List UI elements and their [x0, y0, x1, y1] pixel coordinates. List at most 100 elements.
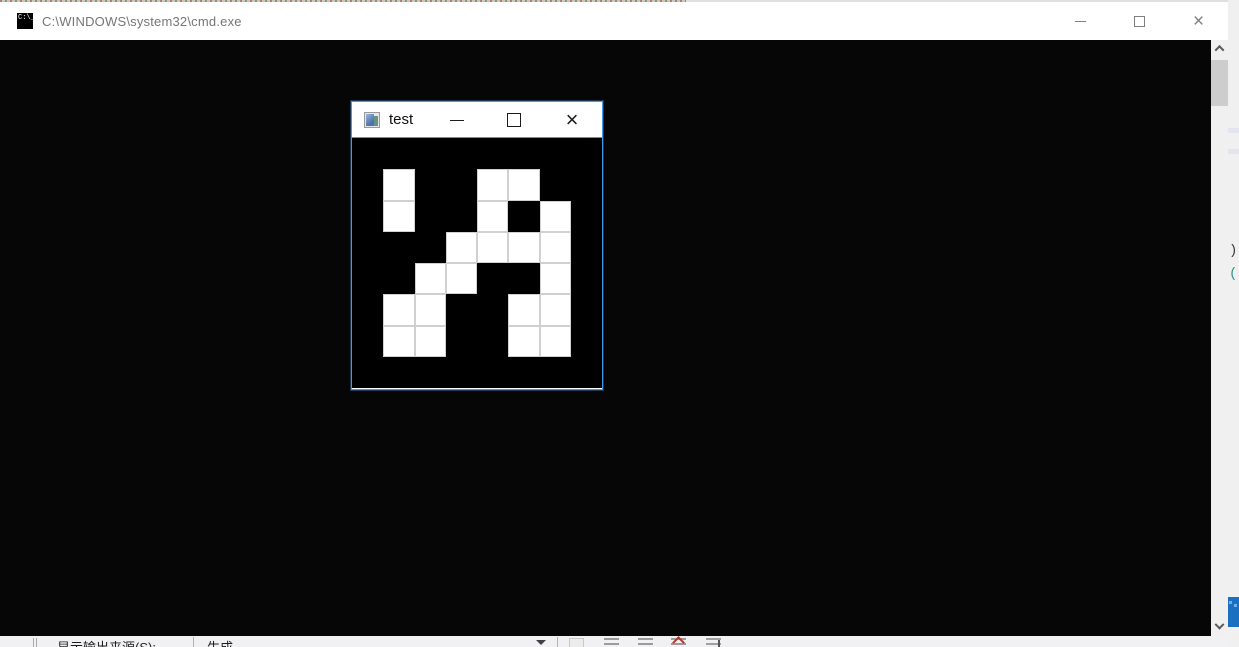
- image-cell: [446, 357, 477, 388]
- image-cell: [508, 231, 540, 263]
- image-cell: [477, 138, 508, 169]
- image-cell: [477, 326, 508, 357]
- cmd-scrollbar[interactable]: [1211, 40, 1228, 636]
- output-source-combobox[interactable]: 生成: [207, 637, 233, 647]
- close-icon: ×: [565, 107, 579, 132]
- image-cell: [539, 294, 571, 326]
- image-cell: [508, 201, 539, 232]
- opencv-test-window: test ×: [351, 101, 603, 390]
- image-cell: [508, 294, 540, 326]
- image-cell: [508, 357, 539, 388]
- minimize-icon: [1075, 20, 1086, 22]
- image-cell: [383, 325, 415, 357]
- toolbar-lines-icon[interactable]: [638, 638, 653, 647]
- image-cell: [383, 169, 415, 201]
- image-cell: [352, 294, 383, 325]
- code-fragment: (: [1229, 266, 1238, 282]
- image-cell: [571, 294, 602, 325]
- image-cell: [415, 357, 446, 388]
- image-cell: [414, 325, 446, 357]
- image-cell: [539, 200, 571, 232]
- cmd-icon: C:\_: [17, 13, 33, 29]
- image-cell: [446, 201, 477, 232]
- image-cell: [446, 294, 477, 325]
- image-cell: [477, 357, 508, 388]
- cmd-output-area[interactable]: [0, 40, 1228, 636]
- image-cell: [352, 201, 383, 232]
- cmd-window: C:\_ C:\WINDOWS\system32\cmd.exe ×: [0, 2, 1228, 636]
- vs-editor-sliver: ) (: [1228, 0, 1239, 647]
- test-image-canvas: [352, 138, 602, 388]
- minimize-icon: [450, 119, 464, 121]
- cmd-close-button[interactable]: ×: [1169, 2, 1228, 40]
- cmd-caption-buttons: ×: [1051, 2, 1228, 40]
- opencv-window-icon: [364, 111, 380, 128]
- scroll-up-button[interactable]: [1211, 40, 1228, 57]
- toolbar-disabled-icon[interactable]: [569, 638, 584, 647]
- image-cell: [508, 263, 539, 294]
- close-icon: ×: [1192, 10, 1205, 32]
- test-window-titlebar[interactable]: test ×: [352, 102, 602, 138]
- image-cell: [445, 231, 477, 263]
- image-cell: [383, 263, 414, 294]
- scrollbar-thumb[interactable]: [1211, 60, 1228, 106]
- image-cell: [445, 263, 477, 295]
- image-cell: [571, 357, 602, 388]
- image-cell: [540, 357, 571, 388]
- maximize-icon: [507, 113, 521, 127]
- image-cell: [352, 169, 383, 200]
- image-cell: [477, 231, 509, 263]
- image-cell: [540, 138, 571, 169]
- image-cell: [383, 357, 414, 388]
- code-fragment: ): [1229, 243, 1238, 259]
- chevron-up-icon: [1214, 44, 1225, 55]
- maximize-icon: [1134, 15, 1145, 27]
- toolbar-clear-icon[interactable]: [671, 638, 686, 647]
- chevron-down-icon: [1214, 619, 1225, 630]
- image-cell: [383, 232, 414, 263]
- image-cell: [477, 169, 509, 201]
- image-cell: [383, 200, 415, 232]
- image-cell: [352, 138, 383, 169]
- editor-highlight-line: [1228, 149, 1239, 154]
- editor-highlight-line: [1228, 128, 1239, 133]
- toolbar-word-wrap-icon[interactable]: [706, 638, 721, 647]
- image-cell: [415, 138, 446, 169]
- divider: [557, 637, 558, 647]
- divider: [193, 637, 194, 647]
- image-cell: [446, 169, 477, 200]
- image-cell: [571, 232, 602, 263]
- image-cell: [414, 263, 446, 295]
- image-cell: [352, 357, 383, 388]
- vs-output-pane-edge: 显示输出来源(S): 生成: [0, 636, 1228, 647]
- pane-splitter[interactable]: [36, 638, 37, 647]
- image-cell: [415, 201, 446, 232]
- image-cell: [477, 294, 508, 325]
- image-cell: [540, 169, 571, 200]
- image-cell: [571, 263, 602, 294]
- image-cell: [508, 169, 540, 201]
- image-cell: [414, 294, 446, 326]
- cmd-minimize-button[interactable]: [1051, 2, 1110, 40]
- scroll-down-button[interactable]: [1211, 619, 1228, 636]
- output-source-label: 显示输出来源(S):: [57, 637, 156, 647]
- image-cell: [415, 232, 446, 263]
- test-window-title: test: [389, 111, 414, 128]
- image-cell: [352, 263, 383, 294]
- test-close-button[interactable]: ×: [560, 102, 584, 138]
- test-minimize-button[interactable]: [448, 102, 466, 138]
- image-cell: [415, 169, 446, 200]
- image-cell: [352, 232, 383, 263]
- screenshot-root: C:\_ C:\WINDOWS\system32\cmd.exe × test …: [0, 0, 1239, 647]
- image-cell: [477, 200, 509, 232]
- image-cell: [508, 138, 539, 169]
- test-maximize-button[interactable]: [504, 102, 524, 138]
- cmd-title: C:\WINDOWS\system32\cmd.exe: [42, 13, 242, 29]
- cmd-maximize-button[interactable]: [1110, 2, 1169, 40]
- pane-splitter[interactable]: [33, 638, 34, 647]
- dropdown-arrow-icon[interactable]: [536, 640, 546, 645]
- image-cell: [571, 201, 602, 232]
- cmd-titlebar[interactable]: C:\_ C:\WINDOWS\system32\cmd.exe ×: [0, 2, 1228, 40]
- toolbar-lines-icon[interactable]: [604, 638, 619, 647]
- image-cell: [539, 231, 571, 263]
